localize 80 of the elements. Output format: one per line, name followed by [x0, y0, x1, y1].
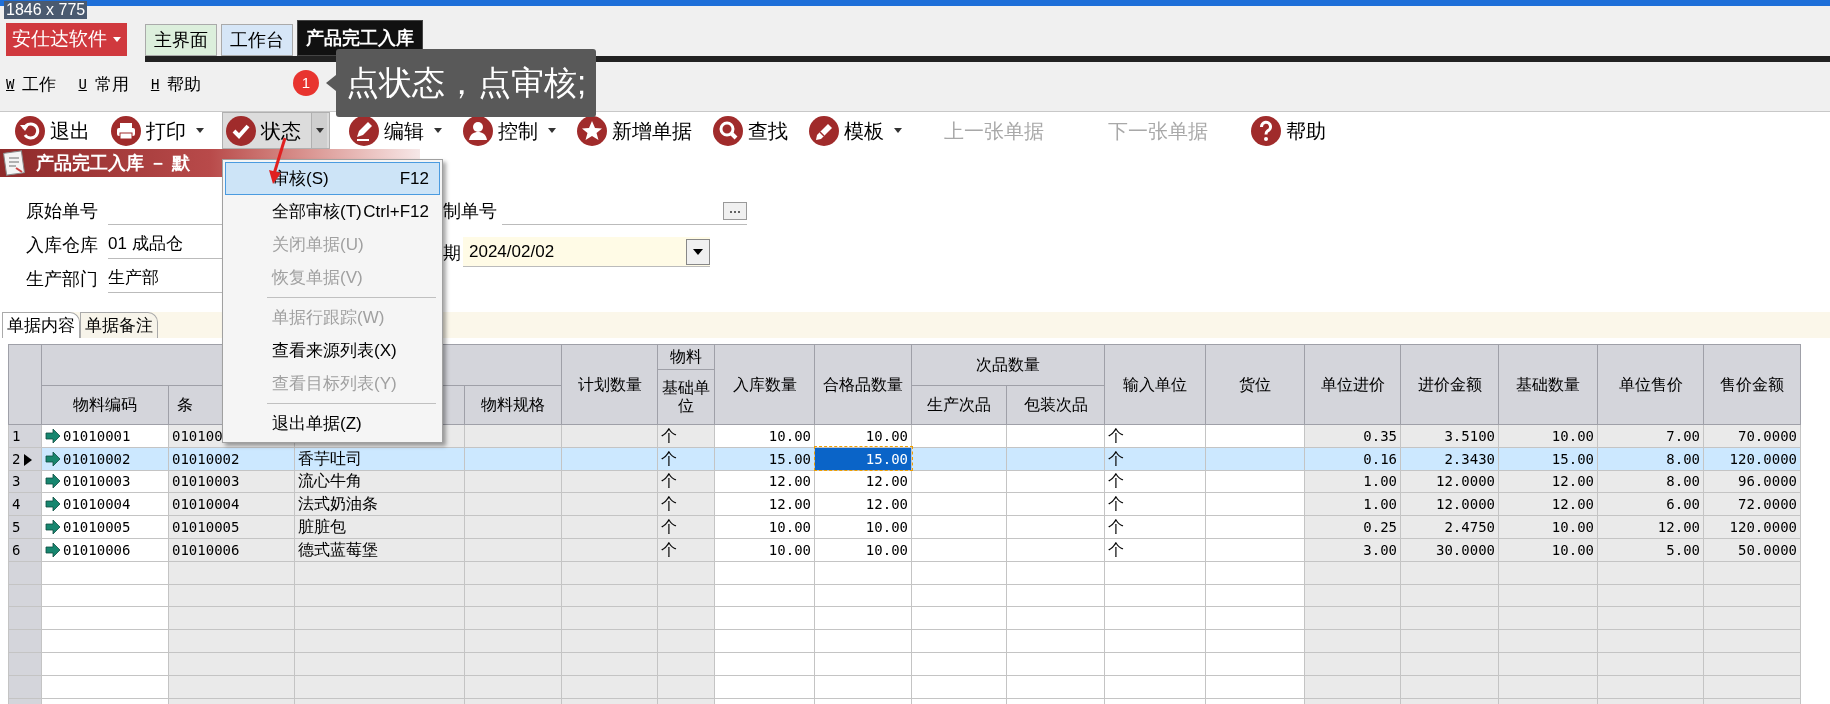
arrow-icon: [45, 520, 61, 535]
field-label: 原始单号: [26, 200, 99, 223]
menu-item[interactable]: U 常用: [78, 71, 129, 98]
row-header: 5: [8, 515, 42, 539]
current-row-marker-icon: [24, 453, 33, 466]
header-cell: 次品数量: [911, 344, 1105, 386]
header-cell: 入库数量: [714, 344, 815, 425]
table-cell: 01010002: [41, 447, 169, 471]
arrow-icon: [45, 451, 61, 466]
table-cell: 01010002: [168, 447, 295, 471]
table-cell: 脏脏包: [294, 515, 465, 539]
field-label: 期: [443, 242, 462, 265]
toolbar-button[interactable]: 状态: [222, 112, 330, 149]
table-cell: 01010003: [168, 470, 295, 493]
menu-item[interactable]: 查看来源列表(X): [225, 334, 440, 367]
header-cell: 物料: [657, 344, 715, 370]
app-menu-button[interactable]: 安仕达软件: [6, 23, 127, 56]
field-label: 生产部门: [26, 268, 99, 291]
field-label: 入库仓库: [26, 234, 99, 257]
arrow-icon: [45, 497, 61, 512]
row-header: 1: [8, 424, 42, 448]
date-field[interactable]: 2024/02/02: [463, 237, 710, 267]
toolbar-button[interactable]: 帮助: [1248, 112, 1328, 149]
menu-item[interactable]: H 帮助: [150, 71, 202, 98]
header-cell: 合格品数量: [814, 344, 912, 425]
dropdown-button[interactable]: [686, 238, 710, 265]
step-badge: 1: [293, 70, 319, 96]
header-cell: 计划数量: [561, 344, 658, 425]
tab[interactable]: 工作台: [221, 24, 293, 56]
header-cell: 物料规格: [464, 385, 562, 425]
table-cell: 12.00: [814, 470, 912, 493]
table-cell: 01010004: [41, 492, 169, 516]
table-cell: 8.00: [1597, 470, 1704, 493]
arrow-icon: [45, 428, 61, 443]
table-cell: 德式蓝莓堡: [294, 538, 465, 562]
arrow-icon: [45, 474, 61, 489]
table-cell: 01010006: [41, 538, 169, 562]
table-cell: 01010004: [168, 492, 295, 516]
table-cell: 香芋吐司: [294, 447, 465, 471]
header-cell: 输入单位: [1104, 344, 1206, 425]
table-cell: 01010005: [168, 515, 295, 539]
table-cell: 流心牛角: [294, 470, 465, 493]
menu-item[interactable]: 全部审核(T)Ctrl+F12: [225, 195, 440, 228]
tab[interactable]: 单据内容: [2, 312, 80, 338]
toolbar-button[interactable]: 模板: [806, 112, 904, 149]
header-cell: 包装次品: [1006, 385, 1105, 425]
toolbar-button[interactable]: 退出: [12, 112, 92, 149]
row-header: 2: [8, 447, 42, 471]
header-cell: 物料编码: [41, 385, 169, 425]
tab[interactable]: 主界面: [145, 24, 217, 56]
tab[interactable]: 单据备注: [80, 312, 158, 338]
callout-pointer: [326, 75, 336, 91]
arrow-icon: [45, 542, 61, 557]
header-cell: 单位进价: [1304, 344, 1401, 425]
header-cell: 基础数量: [1498, 344, 1598, 425]
document-title: 产品完工入库 － 默: [36, 151, 190, 175]
row-header: 6: [8, 538, 42, 562]
header-cell: 进价金额: [1400, 344, 1499, 425]
header-cell: 售价金额: [1703, 344, 1801, 425]
table-cell: 01010001: [41, 424, 169, 448]
screen-size-label: 1846 x 775: [4, 1, 88, 19]
caret-icon: [113, 37, 121, 42]
header-cell: 单位售价: [1597, 344, 1704, 425]
table-cell: 01010006: [168, 538, 295, 562]
header-cell: 基础单位: [657, 369, 715, 425]
table-cell: 法式奶油条: [294, 492, 465, 516]
table-cell: 01010005: [41, 515, 169, 539]
field-label: 制单号: [443, 200, 498, 223]
toolbar-button[interactable]: 打印: [108, 112, 206, 149]
header-cell: 生产次品: [911, 385, 1007, 425]
menu-item[interactable]: W 工作: [6, 71, 57, 98]
toolbar-button[interactable]: 查找: [710, 112, 790, 149]
row-header: 3: [8, 470, 42, 493]
row-header: 4: [8, 492, 42, 516]
table-cell: 01010003: [41, 470, 169, 493]
ellipsis-button[interactable]: [723, 201, 747, 220]
check-icon: [225, 114, 257, 147]
table-cell: 15.00: [814, 447, 912, 471]
header-cell: 货位: [1205, 344, 1305, 425]
callout-tooltip: 点状态，点审核;: [336, 49, 597, 117]
